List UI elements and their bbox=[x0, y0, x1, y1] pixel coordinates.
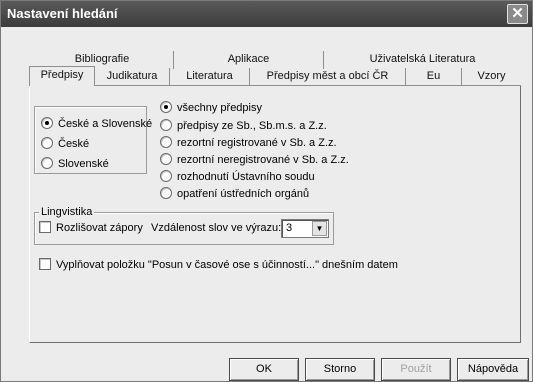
checkbox-label: Rozlišovat zápory bbox=[56, 222, 143, 234]
help-button[interactable]: Nápověda bbox=[457, 358, 529, 381]
radio-predpisy-sb[interactable]: předpisy ze Sb., Sb.m.s. a Z.z. bbox=[160, 118, 327, 134]
tab-predpisy[interactable]: Předpisy bbox=[29, 66, 95, 86]
radio-selected-icon bbox=[41, 117, 53, 129]
tab-uzivatelska-literatura[interactable]: Uživatelská Literatura bbox=[323, 51, 521, 69]
radio-label: rezortní neregistrované v Sb. a Z.z. bbox=[177, 154, 349, 166]
radio-label: předpisy ze Sb., Sb.m.s. a Z.z. bbox=[177, 120, 327, 132]
tab-label: Literatura bbox=[186, 70, 233, 82]
radio-empty-icon bbox=[160, 136, 172, 148]
search-settings-dialog: Nastavení hledání ✕ Bibliografie Aplikac… bbox=[0, 0, 533, 382]
radio-label: Slovenské bbox=[58, 158, 109, 170]
close-icon: ✕ bbox=[511, 5, 524, 22]
radio-rozhodnuti-us[interactable]: rozhodnutí Ústavního soudu bbox=[160, 169, 315, 185]
radio-slovenske[interactable]: Slovenské bbox=[41, 156, 109, 172]
checkbox-icon bbox=[39, 258, 51, 270]
checkbox-label: Vyplňovat položku "Posun v časové ose s … bbox=[56, 259, 398, 271]
tab-label: Judikatura bbox=[106, 70, 158, 82]
tab-vzory[interactable]: Vzory bbox=[461, 68, 521, 86]
tab-eu[interactable]: Eu bbox=[405, 68, 461, 86]
radio-empty-icon bbox=[160, 153, 172, 165]
fill-date-checkbox[interactable]: Vyplňovat položku "Posun v časové ose s … bbox=[39, 257, 398, 273]
tab-label: Vzory bbox=[477, 70, 506, 82]
radio-label: České a Slovenské bbox=[58, 118, 153, 130]
radio-rezortni-neregistrovane[interactable]: rezortní neregistrované v Sb. a Z.z. bbox=[160, 152, 349, 168]
distance-value: 3 bbox=[286, 222, 293, 234]
radio-rezortni-registrovane[interactable]: rezortní registrované v Sb. a Z.z. bbox=[160, 135, 337, 151]
tab-label: Eu bbox=[426, 70, 441, 82]
radio-empty-icon bbox=[160, 170, 172, 182]
radio-empty-icon bbox=[41, 137, 53, 149]
negation-checkbox[interactable]: Rozlišovat zápory bbox=[39, 220, 143, 236]
distance-select[interactable]: 3 ▼ bbox=[281, 219, 329, 238]
radio-selected-icon bbox=[160, 101, 172, 113]
radio-label: rozhodnutí Ústavního soudu bbox=[177, 171, 315, 183]
tab-label: Předpisy bbox=[40, 69, 84, 81]
apply-button[interactable]: Použít bbox=[381, 358, 451, 381]
tab-label: Bibliografie bbox=[74, 53, 130, 65]
radio-empty-icon bbox=[160, 119, 172, 131]
checkbox-icon bbox=[39, 221, 51, 233]
radio-vsechny-predpisy[interactable]: všechny předpisy bbox=[160, 100, 262, 116]
radio-empty-icon bbox=[160, 187, 172, 199]
radio-label: opatření ústředních orgánů bbox=[177, 188, 310, 200]
tab-aplikace[interactable]: Aplikace bbox=[173, 51, 323, 69]
tab-predpisy-mest-a-obci[interactable]: Předpisy měst a obcí ČR bbox=[249, 68, 405, 86]
cancel-button[interactable]: Storno bbox=[305, 358, 375, 381]
tab-label: Předpisy měst a obcí ČR bbox=[266, 70, 389, 82]
close-button[interactable]: ✕ bbox=[507, 4, 528, 24]
tab-label: Aplikace bbox=[227, 53, 270, 65]
radio-label: rezortní registrované v Sb. a Z.z. bbox=[177, 137, 337, 149]
radio-label: České bbox=[58, 138, 90, 150]
radio-ceske[interactable]: České bbox=[41, 136, 89, 152]
chevron-down-icon[interactable]: ▼ bbox=[312, 221, 327, 236]
radio-label: všechny předpisy bbox=[177, 102, 262, 114]
tab-literatura[interactable]: Literatura bbox=[169, 68, 249, 86]
distance-label: Vzdálenost slov ve výrazu: bbox=[151, 222, 282, 234]
ok-button[interactable]: OK bbox=[229, 358, 299, 381]
tab-label: Uživatelská Literatura bbox=[369, 53, 476, 65]
radio-empty-icon bbox=[41, 157, 53, 169]
radio-opatreni-organu[interactable]: opatření ústředních orgánů bbox=[160, 186, 309, 202]
linguistics-legend: Lingvistika bbox=[39, 206, 95, 218]
window-title: Nastavení hledání bbox=[7, 6, 118, 21]
radio-ceske-a-slovenske[interactable]: České a Slovenské bbox=[41, 116, 152, 132]
tab-judikatura[interactable]: Judikatura bbox=[95, 68, 169, 86]
title-bar: Nastavení hledání bbox=[1, 1, 532, 27]
